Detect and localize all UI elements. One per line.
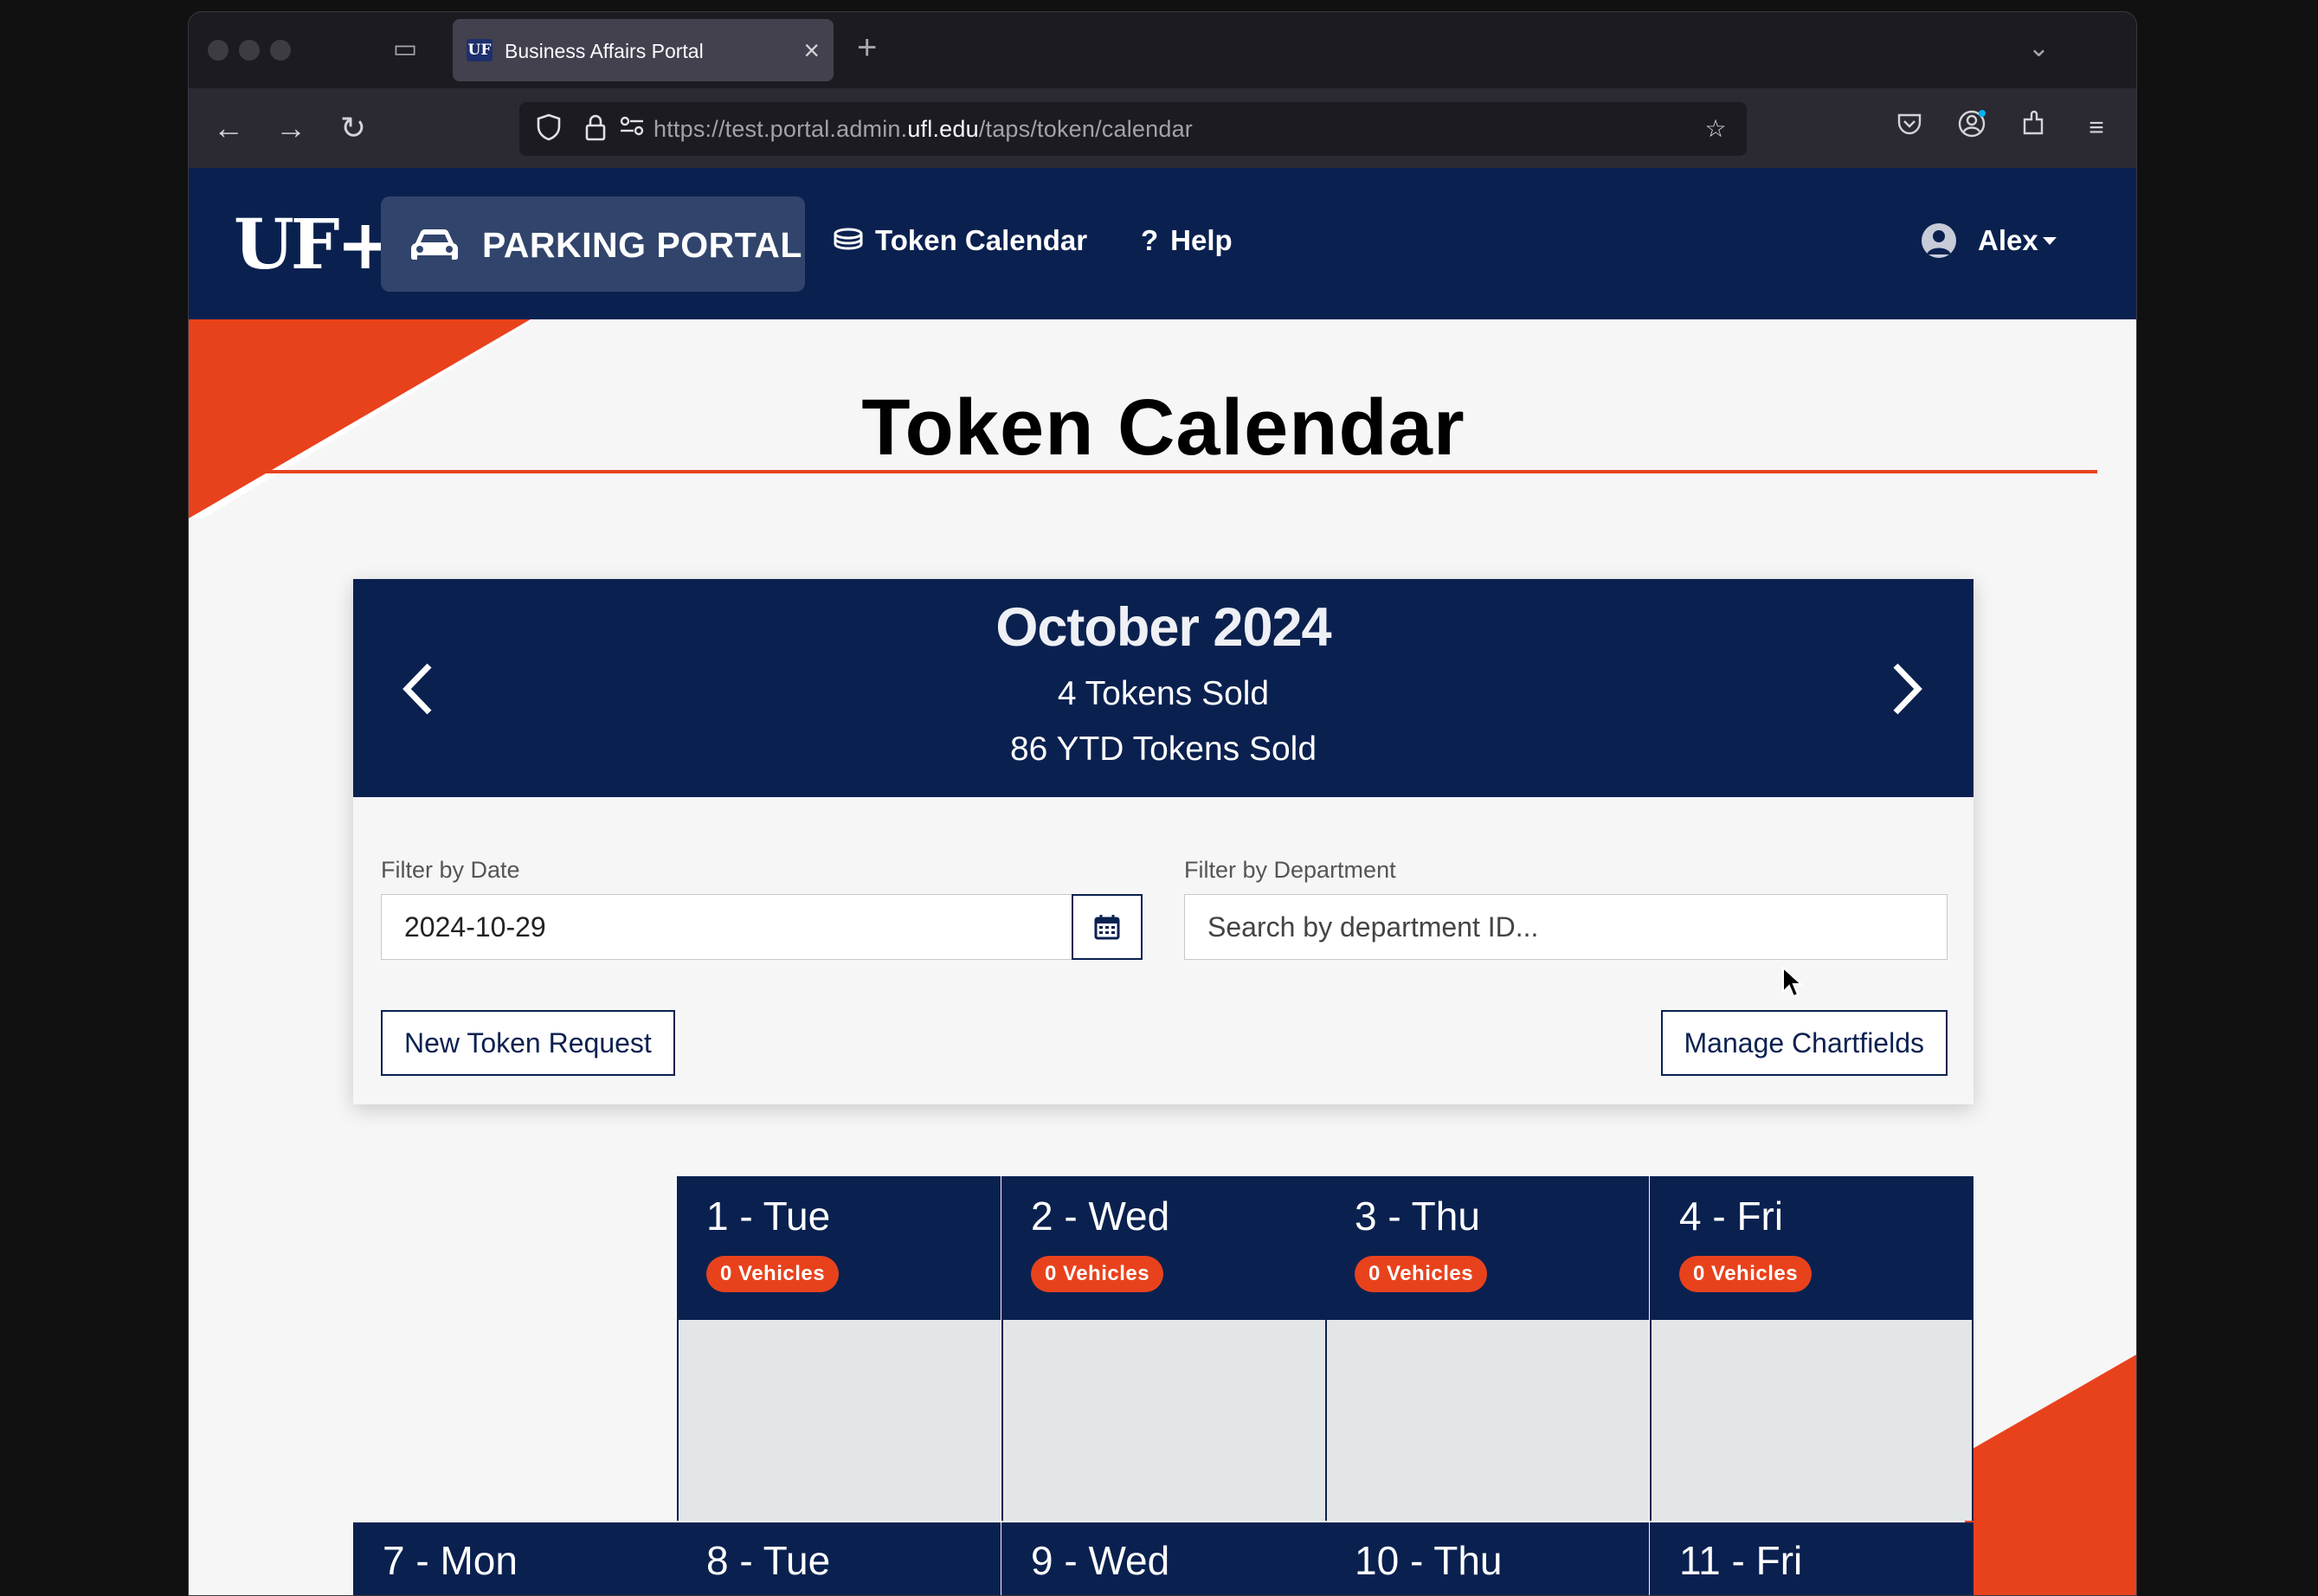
tab-list-icon[interactable]: ▭ xyxy=(390,35,421,64)
nav-token-calendar[interactable]: Token Calendar xyxy=(834,223,1087,258)
decorative-orange-triangle-right xyxy=(1965,1355,2136,1595)
day-label: 11 - Fri xyxy=(1679,1538,1803,1583)
calendar-month: October 2024 xyxy=(995,597,1331,658)
url-path: /taps/token/calendar xyxy=(978,116,1193,142)
day-label: 9 - Wed xyxy=(1031,1538,1170,1583)
avatar xyxy=(1922,223,1956,258)
close-window-button[interactable] xyxy=(208,40,229,61)
extensions-icon[interactable] xyxy=(2015,109,2053,147)
hamburger-menu-icon[interactable]: ≡ xyxy=(2077,109,2115,147)
day-label: 7 - Mon xyxy=(383,1538,518,1583)
user-name: Alex xyxy=(1978,224,2038,256)
department-filter-label: Filter by Department xyxy=(1184,857,1396,883)
vehicles-badge: 0 Vehicles xyxy=(1355,1256,1488,1292)
car-icon xyxy=(411,229,458,260)
day-label: 8 - Tue xyxy=(706,1538,831,1583)
tab-title: Business Affairs Portal xyxy=(505,40,704,62)
nav-help[interactable]: ? Help xyxy=(1141,223,1233,258)
site-navbar: UF+ PARKING PORTAL Token Calendar ? Help xyxy=(189,168,2136,319)
pocket-icon[interactable] xyxy=(1890,109,1928,147)
day-header: 1 - Tue 0 Vehicles xyxy=(677,1176,1001,1320)
vehicles-badge: 0 Vehicles xyxy=(1031,1256,1164,1292)
lock-icon[interactable] xyxy=(580,113,611,145)
day-body[interactable] xyxy=(1650,1320,1974,1521)
calendar-day[interactable]: 8 - Tue xyxy=(677,1522,1001,1595)
bookmark-star-icon[interactable]: ☆ xyxy=(1700,113,1731,145)
calendar-day[interactable]: 10 - Thu xyxy=(1325,1522,1649,1595)
browser-toolbar: ← → ↻ https://test.portal.admin.ufl.edu/… xyxy=(189,88,2136,168)
url-domain: ufl.edu xyxy=(907,116,979,142)
forward-arrow-icon[interactable]: → xyxy=(272,109,310,147)
day-label: 10 - Thu xyxy=(1355,1538,1503,1583)
parking-portal-button[interactable]: PARKING PORTAL xyxy=(381,196,805,292)
day-label: 2 - Wed xyxy=(1031,1194,1170,1239)
calendar-icon xyxy=(1094,915,1120,940)
title-underline xyxy=(258,470,2097,473)
calendar-day[interactable]: 7 - Mon xyxy=(353,1522,677,1595)
mouse-cursor-icon xyxy=(1782,966,1804,998)
browser-tab[interactable]: UF Business Affairs Portal × xyxy=(453,19,834,81)
calendar-card: October 2024 4 Tokens Sold 86 YTD Tokens… xyxy=(353,579,1974,1104)
date-filter-input[interactable]: 2024-10-29 xyxy=(381,894,1073,960)
url-text: https://test.portal.admin.ufl.edu/taps/t… xyxy=(654,115,1193,143)
browser-window: ▭ UF Business Affairs Portal × + ⌄ ← → ↻… xyxy=(188,11,2137,1596)
vehicles-badge: 0 Vehicles xyxy=(706,1256,840,1292)
calendar-day[interactable]: 9 - Wed xyxy=(1001,1522,1325,1595)
calendar-header: October 2024 4 Tokens Sold 86 YTD Tokens… xyxy=(353,579,1974,797)
day-body[interactable] xyxy=(1001,1320,1325,1521)
day-label: 3 - Thu xyxy=(1355,1194,1480,1239)
calendar-day[interactable]: 11 - Fri xyxy=(1650,1522,1974,1595)
uf-favicon-icon: UF xyxy=(467,39,493,61)
next-month-arrow-icon[interactable] xyxy=(1885,659,1928,719)
department-search-input[interactable] xyxy=(1184,894,1948,960)
manage-chartfields-button[interactable]: Manage Chartfields xyxy=(1660,1010,1948,1076)
uf-logo[interactable]: UF+ xyxy=(234,209,395,279)
url-prefix: https://test.portal.admin. xyxy=(654,116,908,142)
new-tab-icon[interactable]: + xyxy=(857,28,877,68)
day-body[interactable] xyxy=(1325,1320,1649,1521)
tokens-sold: 4 Tokens Sold xyxy=(1057,675,1270,712)
back-arrow-icon[interactable]: ← xyxy=(209,109,248,147)
day-label: 4 - Fri xyxy=(1679,1194,1784,1239)
zoom-window-button[interactable] xyxy=(270,40,291,61)
chevron-down-icon[interactable]: ⌄ xyxy=(2028,33,2050,64)
date-picker-button[interactable] xyxy=(1072,894,1143,960)
shield-icon[interactable] xyxy=(533,113,564,145)
day-header: 4 - Fri 0 Vehicles xyxy=(1650,1176,1974,1320)
nav-help-label: Help xyxy=(1170,224,1233,256)
date-filter-label: Filter by Date xyxy=(381,857,520,883)
day-header: 3 - Thu 0 Vehicles xyxy=(1325,1176,1649,1320)
new-token-request-button[interactable]: New Token Request xyxy=(381,1010,675,1076)
browser-tab-bar: ▭ UF Business Affairs Portal × + ⌄ xyxy=(189,12,2136,88)
address-bar[interactable]: https://test.portal.admin.ufl.edu/taps/t… xyxy=(519,102,1747,156)
caret-down-icon xyxy=(2043,237,2057,245)
minimize-window-button[interactable] xyxy=(239,40,260,61)
vehicles-badge: 0 Vehicles xyxy=(1679,1256,1813,1292)
close-tab-icon[interactable]: × xyxy=(803,35,820,66)
permissions-icon[interactable] xyxy=(616,113,647,145)
tokens-icon xyxy=(834,223,863,258)
day-label: 1 - Tue xyxy=(706,1194,831,1239)
ytd-tokens-sold: 86 YTD Tokens Sold xyxy=(1009,730,1317,768)
reload-icon[interactable]: ↻ xyxy=(334,109,372,147)
account-icon[interactable] xyxy=(1953,109,1991,147)
question-icon: ? xyxy=(1141,224,1159,256)
page-content: UF+ PARKING PORTAL Token Calendar ? Help xyxy=(189,168,2136,1595)
parking-portal-label: PARKING PORTAL xyxy=(482,225,802,265)
day-body[interactable] xyxy=(677,1320,1001,1521)
page-title: Token Calendar xyxy=(861,383,1465,472)
nav-token-calendar-label: Token Calendar xyxy=(875,224,1088,256)
day-header: 2 - Wed 0 Vehicles xyxy=(1001,1176,1325,1320)
